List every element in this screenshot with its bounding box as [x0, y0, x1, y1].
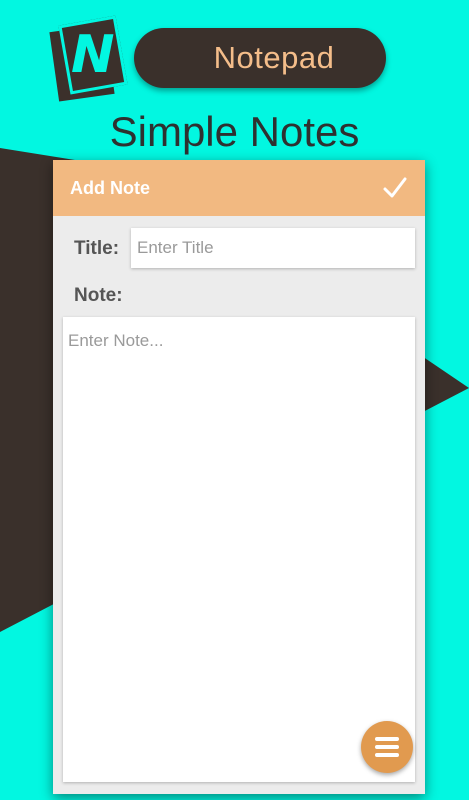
title-input[interactable] — [131, 228, 415, 268]
app-logo: N — [49, 15, 128, 102]
note-label: Note: — [74, 285, 123, 306]
title-row: Title: — [53, 226, 425, 270]
title-label: Title: — [74, 238, 120, 259]
menu-fab-button[interactable] — [361, 721, 413, 773]
app-bar: Add Note — [53, 160, 425, 216]
tagline: Simple Notes — [109, 108, 360, 155]
save-check-icon[interactable] — [381, 174, 409, 202]
add-note-screen: Add Note Title: Note: — [53, 160, 425, 794]
menu-icon — [375, 737, 399, 757]
screen-title: Add Note — [70, 177, 150, 198]
app-name-banner: Notepad — [134, 28, 386, 88]
logo-letter: N — [71, 25, 115, 85]
note-textarea[interactable] — [63, 317, 415, 782]
app-name: Notepad — [213, 40, 335, 75]
